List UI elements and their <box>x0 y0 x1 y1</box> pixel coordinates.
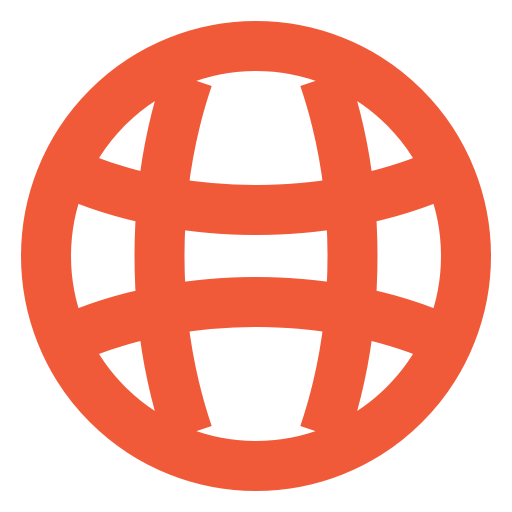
globe-icon-canvas <box>0 0 512 512</box>
globe-meridian-right <box>300 69 378 443</box>
globe-parallel-upper <box>77 156 435 235</box>
globe-outer-ring <box>21 21 491 491</box>
globe-meridian-left <box>134 69 212 443</box>
globe-icon <box>21 21 491 491</box>
globe-parallel-lower <box>77 277 435 356</box>
